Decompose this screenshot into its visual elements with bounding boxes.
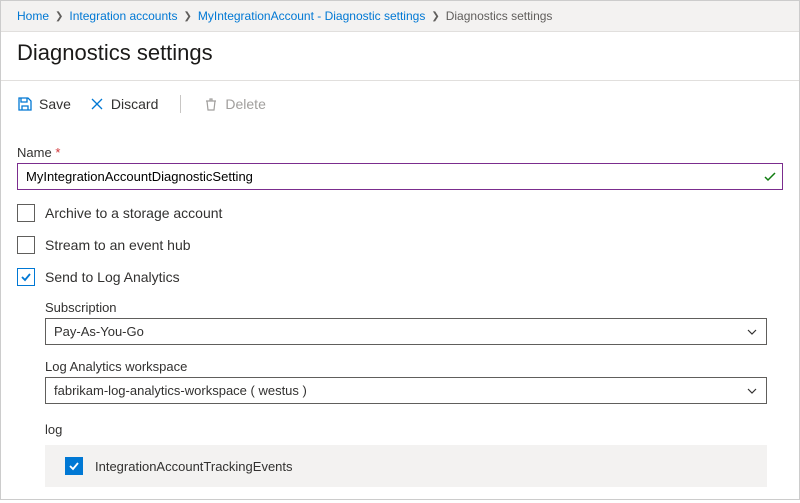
toolbar-divider — [180, 95, 181, 113]
delete-button: Delete — [203, 96, 265, 112]
close-icon — [89, 96, 105, 112]
log-analytics-checkbox[interactable] — [17, 268, 35, 286]
log-item-label: IntegrationAccountTrackingEvents — [95, 459, 293, 474]
workspace-value: fabrikam-log-analytics-workspace ( westu… — [54, 383, 307, 398]
stream-eventhub-label: Stream to an event hub — [45, 237, 191, 253]
discard-label: Discard — [111, 96, 158, 112]
toolbar: Save Discard Delete — [1, 81, 799, 127]
required-indicator: * — [55, 145, 60, 160]
trash-icon — [203, 96, 219, 112]
workspace-select[interactable]: fabrikam-log-analytics-workspace ( westu… — [45, 377, 767, 404]
chevron-down-icon — [746, 385, 758, 397]
checkmark-valid-icon — [763, 170, 777, 184]
subscription-value: Pay-As-You-Go — [54, 324, 144, 339]
breadcrumb-account-diagnostic-settings[interactable]: MyIntegrationAccount - Diagnostic settin… — [198, 9, 425, 23]
archive-storage-checkbox[interactable] — [17, 204, 35, 222]
subscription-select[interactable]: Pay-As-You-Go — [45, 318, 767, 345]
log-section-label: log — [45, 422, 767, 437]
breadcrumb: Home ❯ Integration accounts ❯ MyIntegrat… — [1, 1, 799, 32]
form: Name * Archive to a storage account Stre… — [1, 127, 799, 503]
stream-eventhub-checkbox[interactable] — [17, 236, 35, 254]
name-label: Name * — [17, 145, 783, 160]
archive-storage-label: Archive to a storage account — [45, 205, 222, 221]
chevron-right-icon: ❯ — [55, 11, 63, 22]
name-input[interactable] — [17, 163, 783, 190]
save-icon — [17, 96, 33, 112]
log-item-row: IntegrationAccountTrackingEvents — [45, 445, 767, 487]
save-button[interactable]: Save — [17, 96, 71, 112]
chevron-right-icon: ❯ — [183, 11, 191, 22]
log-item-checkbox[interactable] — [65, 457, 83, 475]
page-title: Diagnostics settings — [1, 32, 799, 81]
log-analytics-label: Send to Log Analytics — [45, 269, 180, 285]
discard-button[interactable]: Discard — [89, 96, 158, 112]
delete-label: Delete — [225, 96, 265, 112]
workspace-label: Log Analytics workspace — [45, 359, 767, 374]
save-label: Save — [39, 96, 71, 112]
subscription-label: Subscription — [45, 300, 767, 315]
chevron-down-icon — [746, 326, 758, 338]
checkmark-icon — [68, 460, 80, 472]
breadcrumb-current: Diagnostics settings — [446, 9, 553, 23]
chevron-right-icon: ❯ — [431, 11, 439, 22]
checkmark-icon — [20, 271, 32, 283]
breadcrumb-integration-accounts[interactable]: Integration accounts — [69, 9, 177, 23]
breadcrumb-home[interactable]: Home — [17, 9, 49, 23]
